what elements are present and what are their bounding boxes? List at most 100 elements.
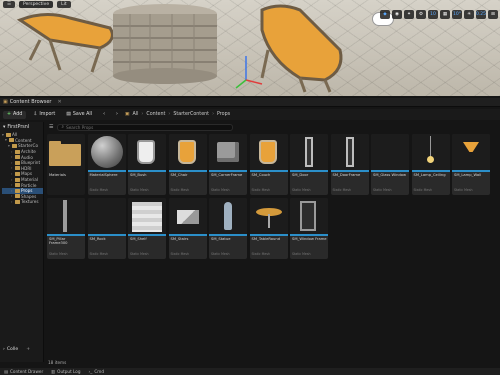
folder-tree: ▾ All ▾ Content ▾ StarterCo › Archite › Audio › Blu… [0,132,43,205]
asset-name: SM_Glass Window [373,173,407,177]
scale-snap-icon[interactable]: ☀ [464,10,474,19]
asset-type-strip [249,234,288,236]
asset-type-strip [290,170,328,172]
tree-item[interactable]: › Textures [2,199,43,205]
asset-tile[interactable]: SM_Pillar Frame300 Static Mesh [47,198,85,259]
folder-icon [15,194,20,199]
asset-tile[interactable]: SM_Statue Static Mesh [209,198,247,259]
asset-type-strip [209,234,247,236]
asset-name: SM_Rock [89,237,106,241]
level-viewport[interactable]: ☰ Perspective Lit ◆ ◉ ✦ ⚙ 10 ▦ 10° ☀ 0.2… [0,0,500,96]
chevron-icon[interactable]: › [11,183,14,187]
chevron-icon[interactable]: › [11,194,14,198]
forward-button[interactable]: › [112,111,122,119]
content-drawer-label: Content Drawer [9,369,44,374]
breadcrumb-item[interactable]: StarterContent [173,112,209,117]
asset-tile[interactable]: SM_Lamp_Ceiling Static Mesh [411,134,450,195]
search-input[interactable] [66,124,217,130]
tree-item-label: Textures [21,199,39,205]
asset-tile[interactable]: SM_Stairs Static Mesh [168,198,207,259]
chevron-icon[interactable]: › [11,150,14,154]
lit-button[interactable]: Lit [57,0,71,8]
chair-icon [258,140,277,164]
asset-tile[interactable]: SM_Rock Static Mesh [87,198,126,259]
terminal-icon: ›_ [88,369,93,374]
chevron-icon[interactable]: › [11,155,14,159]
folder-icon: ▣ [124,112,130,117]
chevron-icon[interactable]: › [11,172,14,176]
filter-icon[interactable]: ☰ [49,124,53,130]
chevron-icon[interactable]: › [11,189,14,193]
perspective-button[interactable]: Perspective [19,0,54,8]
asset-type-strip [168,170,207,172]
chevron-icon[interactable]: › [11,178,14,182]
camera-speed-button[interactable]: ⊞ [488,10,498,19]
chevron-icon[interactable]: ▾ [2,133,5,137]
sources-header[interactable]: ▾ FirstPrsnI [0,122,43,132]
status-bar: ▤ Content Drawer ▥ Output Log ›_ Cmd [0,368,500,375]
chevron-icon[interactable]: › [11,161,14,165]
asset-name: SM_Lamp_Ceiling [413,173,446,177]
asset-type-strip [411,170,450,172]
asset-thumbnail [290,198,328,234]
save-all-button[interactable]: ▤ Save All [62,111,96,119]
rotation-snap-icon[interactable]: ▦ [440,10,450,19]
asset-tile[interactable]: MaterialSphere Static Mesh [87,134,126,195]
content-drawer-button[interactable]: ▤ Content Drawer [4,369,43,374]
rotation-snap-button[interactable]: 10° [452,10,462,19]
asset-type: Static Mesh [454,188,473,192]
asset-type-strip [249,170,288,172]
breadcrumb-item[interactable]: Content [146,112,165,117]
bush-icon [137,140,155,164]
scale-button[interactable]: ⚙ [416,10,426,19]
tree-item-label: Archite [21,149,36,155]
back-button[interactable]: ‹ [99,111,109,119]
asset-tile[interactable]: SM_Bush Static Mesh [128,134,166,195]
asset-tile[interactable]: SM_Window Frame Static Mesh [290,198,328,259]
chevron-icon[interactable]: ▾ [5,138,8,142]
asset-type-strip [87,170,126,172]
add-collection-icon[interactable]: + [26,347,30,352]
chevron-icon[interactable]: › [11,166,14,170]
tree-item-label: Maps [21,171,33,177]
asset-tile[interactable]: SM_Door Static Mesh [290,134,328,195]
asset-tile[interactable]: SM_TableRound Static Mesh [249,198,288,259]
tree-item[interactable]: ▾ StarterCo [2,143,43,149]
asset-thumbnail [47,198,85,234]
translate-button[interactable]: ◉ [392,10,402,19]
asset-tile[interactable]: SM_DoorFrame Static Mesh [330,134,369,195]
viewport-menu-button[interactable]: ☰ [3,0,16,8]
asset-tile[interactable]: SM_Glass Window Static Mesh [371,134,409,195]
output-log-button[interactable]: ▥ Output Log [51,369,80,374]
asset-tile[interactable]: SM_CornerFrame Static Mesh [209,134,247,195]
log-icon: ▥ [51,369,56,374]
select-mode-button[interactable]: ◆ [380,10,390,19]
folder-tile[interactable]: Materials [47,134,85,195]
scale-snap-button[interactable]: 0.25 [476,10,486,19]
breadcrumb-item[interactable]: All [132,112,138,117]
rotate-button[interactable]: ✦ [404,10,414,19]
content-browser-tab[interactable]: ▣ Content Browser ✕ [3,99,62,105]
asset-tile[interactable]: SM_Couch Static Mesh [249,134,288,195]
collections-header[interactable]: › Colle + [0,344,44,354]
asset-tile[interactable]: SM_Lamp_Wall Static Mesh [452,134,490,195]
chevron-icon[interactable]: ▾ [8,144,11,148]
asset-thumbnail [411,134,450,170]
breadcrumb-item[interactable]: Props [217,112,230,117]
tree-item-label: StarterCo [18,143,39,149]
grid-snap-button[interactable]: 10 [428,10,438,19]
sources-title: FirstPrsnI [7,124,30,130]
chevron-right-icon: › [168,112,171,117]
asset-type-strip [128,170,166,172]
asset-thumbnail [249,198,288,234]
search-box[interactable]: ⌕ [57,123,234,131]
tree-item-label: Content [15,137,32,143]
close-icon[interactable]: ✕ [57,99,61,105]
folder-icon [15,177,20,182]
chevron-icon[interactable]: › [11,200,14,204]
asset-tile[interactable]: SM_Shelf Static Mesh [128,198,166,259]
cmd-button[interactable]: ›_ Cmd [89,369,104,374]
import-button[interactable]: ⇩ Import [29,111,59,119]
asset-tile[interactable]: SM_Chair Static Mesh [168,134,207,195]
add-button[interactable]: + Add [3,110,27,119]
